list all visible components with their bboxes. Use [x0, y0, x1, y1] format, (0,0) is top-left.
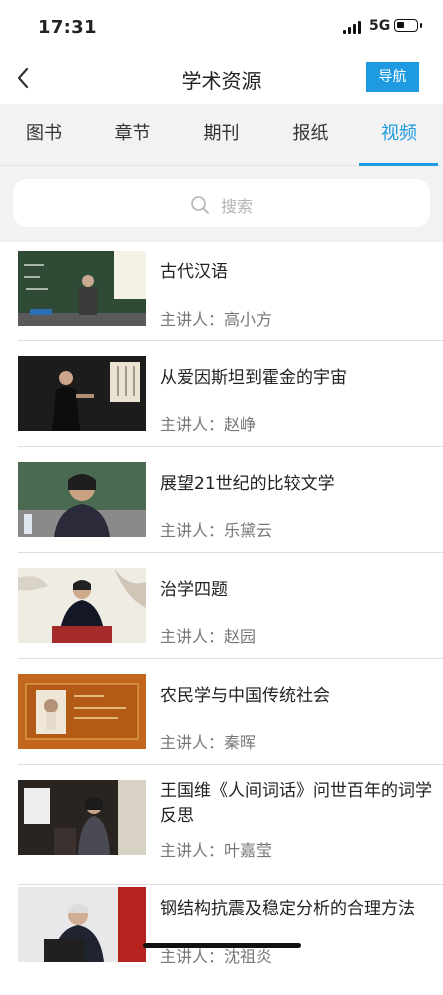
video-title: 钢结构抗震及稳定分析的合理方法 — [160, 899, 415, 919]
search-area: 搜索 — [0, 166, 443, 242]
video-speaker: 主讲人：乐黛云 — [160, 521, 273, 540]
video-speaker: 主讲人：叶嘉莹 — [160, 841, 273, 860]
video-item[interactable]: 治学四题 主讲人：赵园 — [18, 553, 443, 659]
video-thumbnail — [18, 887, 146, 962]
video-title: 古代汉语 — [160, 262, 228, 282]
video-thumbnail — [18, 356, 146, 431]
video-thumbnail — [18, 780, 146, 855]
nav-bar: 学术资源 导航 — [0, 52, 443, 104]
video-thumbnail — [18, 462, 146, 537]
search-input[interactable]: 搜索 — [13, 179, 430, 227]
video-item[interactable]: 古代汉语 主讲人：高小方 — [18, 242, 443, 341]
tab-videos[interactable]: 视频 — [355, 104, 443, 166]
video-title: 王国维《人间词话》问世百年的词学反思 — [160, 781, 432, 826]
navigation-button[interactable]: 导航 — [366, 62, 419, 92]
video-speaker: 主讲人：高小方 — [160, 310, 273, 329]
video-speaker: 主讲人：赵峥 — [160, 415, 257, 434]
video-item[interactable]: 从爱因斯坦到霍金的宇宙 主讲人：赵峥 — [18, 341, 443, 447]
video-item[interactable]: 钢结构抗震及稳定分析的合理方法 主讲人：沈祖炎 — [18, 885, 443, 995]
status-time: 17:31 — [38, 17, 97, 38]
home-indicator[interactable] — [143, 943, 301, 948]
video-thumbnail — [18, 674, 146, 749]
video-thumbnail — [18, 568, 146, 643]
category-tabs: 图书 章节 期刊 报纸 视频 — [0, 104, 443, 166]
search-placeholder: 搜索 — [221, 197, 254, 216]
video-speaker: 主讲人：赵园 — [160, 627, 257, 646]
video-title: 农民学与中国传统社会 — [160, 686, 330, 706]
status-bar: 17:31 5G — [0, 0, 443, 52]
tab-newspapers[interactable]: 报纸 — [266, 104, 355, 166]
video-item[interactable]: 展望21世纪的比较文学 主讲人：乐黛云 — [18, 447, 443, 553]
battery-icon — [394, 19, 422, 32]
video-speaker: 主讲人：秦晖 — [160, 733, 257, 752]
tab-journals[interactable]: 期刊 — [177, 104, 266, 166]
signal-icon — [343, 20, 363, 34]
tab-books[interactable]: 图书 — [0, 104, 88, 166]
video-title: 从爱因斯坦到霍金的宇宙 — [160, 368, 347, 388]
video-thumbnail — [18, 251, 146, 326]
video-item[interactable]: 农民学与中国传统社会 主讲人：秦晖 — [18, 659, 443, 765]
video-title: 治学四题 — [160, 580, 228, 600]
tab-chapters[interactable]: 章节 — [88, 104, 177, 166]
search-icon — [191, 196, 209, 214]
video-title: 展望21世纪的比较文学 — [160, 474, 335, 494]
video-item[interactable]: 王国维《人间词话》问世百年的词学反思 主讲人：叶嘉莹 — [18, 765, 443, 885]
network-type: 5G — [369, 18, 391, 34]
